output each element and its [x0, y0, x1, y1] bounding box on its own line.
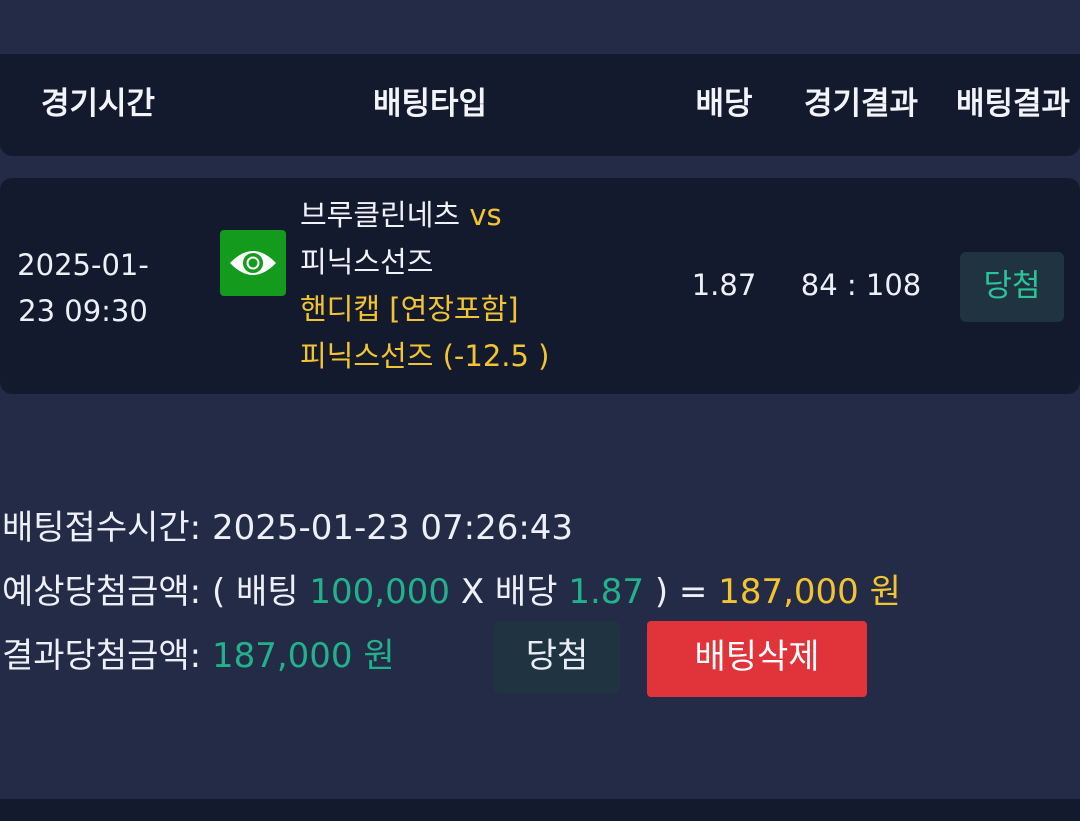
- received-time-value: 2025-01-23 07:26:43: [211, 508, 574, 548]
- home-team: 브루클린네츠: [300, 198, 461, 232]
- match-date: 2025-01-: [17, 248, 149, 282]
- match-clock: 23 09:30: [18, 294, 148, 328]
- expected-payout-label: 예상당첨금액:: [2, 572, 202, 612]
- delete-bet-button[interactable]: 배팅삭제: [647, 621, 867, 697]
- received-time-line: 배팅접수시간: 2025-01-23 07:26:43: [2, 506, 573, 550]
- eye-icon: [230, 251, 276, 275]
- bet-result-badge: 당첨: [960, 252, 1064, 322]
- match-score: 84 : 108: [800, 268, 922, 302]
- expected-payout-amount: 187,000 원: [718, 572, 901, 612]
- market-name: 핸디캡 [연장포함]: [300, 292, 519, 326]
- col-header-odds: 배당: [695, 86, 753, 122]
- matchup: 브루클린네츠 vs: [300, 192, 550, 239]
- times-odds-label: X 배당: [460, 572, 558, 612]
- expected-payout-line: 예상당첨금액: ( 배팅 100,000 X 배당 1.87 ) = 187,0…: [2, 570, 901, 614]
- stake-label: ( 배팅: [211, 572, 299, 612]
- table-header: 경기시간 배팅타입 배당 경기결과 배팅결과: [0, 54, 1080, 156]
- equals-sign: ) =: [654, 572, 708, 612]
- away-team: 피닉스선즈: [300, 245, 434, 279]
- bottom-bar: [0, 799, 1080, 821]
- result-payout-line: 결과당첨금액: 187,000 원: [2, 634, 395, 678]
- view-details-button[interactable]: [220, 230, 286, 296]
- col-header-match-time: 경기시간: [40, 86, 156, 122]
- bet-row: 2025-01- 23 09:30 브루클린네츠 vs 피닉스선즈 핸디캡 [연…: [0, 178, 1080, 394]
- summary-odds: 1.87: [568, 572, 645, 612]
- win-status-button[interactable]: 당첨: [494, 621, 620, 694]
- received-time-label: 배팅접수시간:: [2, 508, 202, 548]
- col-header-match-result: 경기결과: [803, 86, 919, 122]
- stake-amount: 100,000: [309, 572, 451, 612]
- result-payout-amount: 187,000 원: [211, 636, 395, 676]
- col-header-bet-type: 배팅타입: [372, 86, 488, 122]
- col-header-bet-result: 배팅결과: [955, 86, 1071, 122]
- vs-label: vs: [469, 198, 502, 232]
- result-payout-label: 결과당첨금액:: [2, 636, 202, 676]
- bet-odds: 1.87: [691, 268, 757, 302]
- match-time: 2025-01- 23 09:30: [0, 242, 166, 334]
- selection: 피닉스선즈 (-12.5 ): [300, 339, 550, 373]
- bet-type: 브루클린네츠 vs 피닉스선즈 핸디캡 [연장포함] 피닉스선즈 (-12.5 …: [300, 192, 550, 380]
